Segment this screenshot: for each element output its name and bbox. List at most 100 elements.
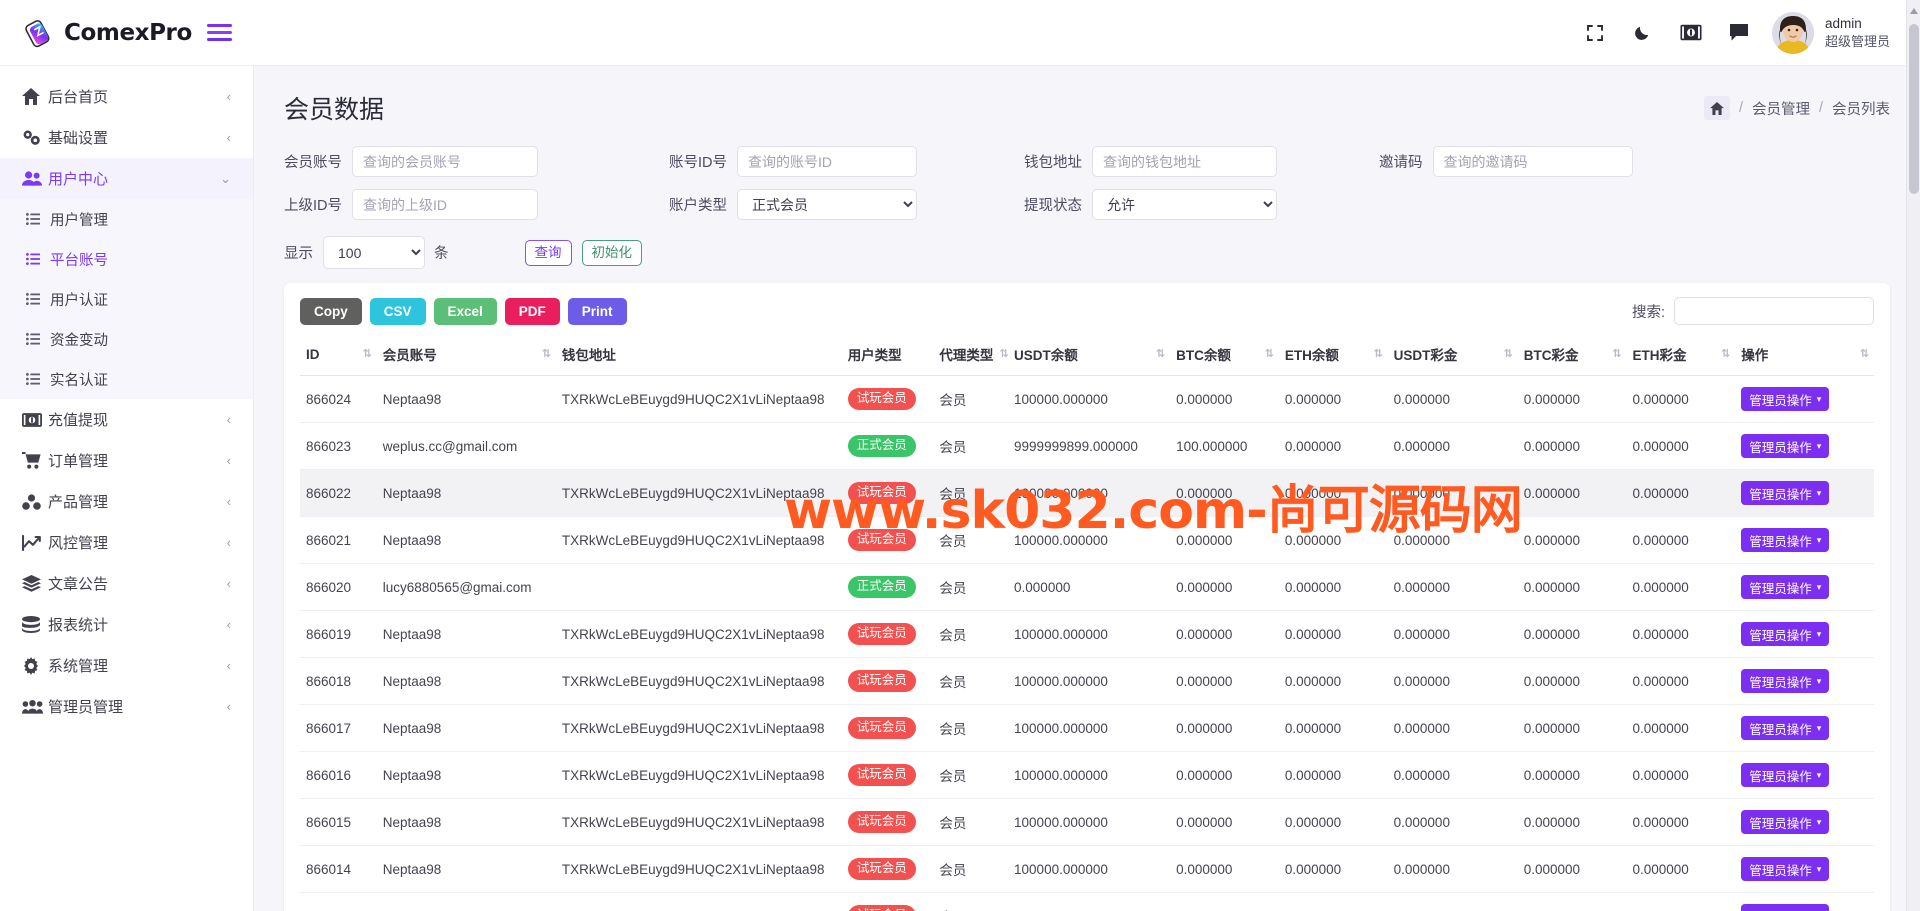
sidebar-item-dashboard[interactable]: 后台首页 ‹	[0, 76, 253, 117]
admin-action-button[interactable]: 管理员操作▾	[1741, 716, 1830, 740]
table-header-cell[interactable]: 会员账号 ⇅	[376, 335, 556, 376]
admin-action-button[interactable]: 管理员操作▾	[1741, 481, 1830, 505]
table-row[interactable]: 866021 Neptaa98 TXRkWcLeBEuygd9HUQC2X1vLiN…	[300, 516, 1874, 564]
cell-usdt-bonus: 0.000000	[1387, 751, 1518, 799]
table-row[interactable]: 866018 Neptaa98 TXRkWcLeBEuygd9HUQC2X1vLiN…	[300, 657, 1874, 705]
admin-action-button[interactable]: 管理员操作▾	[1741, 810, 1830, 834]
reset-button[interactable]: 初始化	[581, 239, 642, 266]
copy-button[interactable]: Copy	[300, 297, 362, 325]
sidebar-item-basic-settings[interactable]: 基础设置 ‹	[0, 117, 253, 158]
sidebar-item-admin-management[interactable]: 管理员管理 ‹	[0, 686, 253, 727]
table-header-cell[interactable]: 用户类型	[841, 335, 934, 376]
wallet-address-input[interactable]	[1092, 146, 1277, 177]
search-input[interactable]	[1674, 297, 1874, 325]
sidebar-item-platform-account[interactable]: 平台账号	[0, 239, 253, 279]
cell-usdt-bonus: 0.000000	[1387, 469, 1518, 517]
sort-icon[interactable]: ⇅	[1860, 348, 1869, 360]
scroll-up-arrow-icon[interactable]	[1910, 8, 1918, 14]
filter-account-id: 账号ID号	[669, 146, 1024, 177]
sidebar-item-reports[interactable]: 报表统计 ‹	[0, 604, 253, 645]
sidebar-item-user-management[interactable]: 用户管理	[0, 199, 253, 239]
cell-usdt: 9999999899.000000	[1008, 422, 1171, 470]
page-scrollbar[interactable]	[1906, 0, 1920, 911]
sidebar-item-articles[interactable]: 文章公告 ‹	[0, 563, 253, 604]
excel-button[interactable]: Excel	[433, 297, 497, 325]
table-row[interactable]: 866016 Neptaa98 TXRkWcLeBEuygd9HUQC2X1vLiN…	[300, 751, 1874, 799]
sidebar-item-fund-changes[interactable]: 资金变动	[0, 319, 253, 359]
admin-action-button[interactable]: 管理员操作▾	[1741, 763, 1830, 787]
sort-icon[interactable]: ⇅	[1612, 348, 1621, 360]
table-row[interactable]: 866013Neptaa98TXRkWcLeBEuygd9HUQC2X1vLiN…	[300, 892, 1874, 911]
print-button[interactable]: Print	[567, 297, 627, 325]
message-icon[interactable]	[1728, 22, 1750, 44]
cell-eth-bonus: 0.000000	[1626, 563, 1736, 611]
sort-icon[interactable]: ⇅	[363, 348, 372, 360]
table-header-cell[interactable]: 代理类型 ⇅	[933, 335, 1009, 376]
table-header-cell[interactable]: ETH余额 ⇅	[1278, 335, 1388, 376]
account-type-select[interactable]: 正式会员	[737, 189, 917, 220]
table-header-cell[interactable]: BTC彩金 ⇅	[1517, 335, 1627, 376]
table-row[interactable]: 866024 Neptaa98 TXRkWcLeBEuygd9HUQC2X1vLiN…	[300, 375, 1874, 423]
sidebar-item-order-management[interactable]: 订单管理 ‹	[0, 440, 253, 481]
page-size-select[interactable]: 100	[323, 236, 425, 269]
breadcrumb-item-member-list[interactable]: 会员列表	[1832, 98, 1890, 119]
admin-action-button[interactable]: 管理员操作▾	[1741, 857, 1830, 881]
sidebar-item-user-auth[interactable]: 用户认证	[0, 279, 253, 319]
breadcrumb-home-icon[interactable]	[1703, 96, 1730, 120]
scrollbar-thumb[interactable]	[1909, 24, 1919, 194]
cash-icon[interactable]	[1680, 22, 1702, 44]
sort-icon[interactable]: ⇅	[542, 348, 551, 360]
user-menu[interactable]: admin 超级管理员	[1771, 11, 1920, 54]
dark-mode-icon[interactable]	[1632, 22, 1654, 44]
sidebar-item-system-management[interactable]: 系统管理 ‹	[0, 645, 253, 686]
sort-icon[interactable]: ⇅	[999, 348, 1008, 360]
table-row[interactable]: 866017 Neptaa98 TXRkWcLeBEuygd9HUQC2X1vLiN…	[300, 704, 1874, 752]
admin-action-button[interactable]: 管理员操作▾	[1741, 622, 1830, 646]
brand[interactable]: ComexPro	[24, 17, 192, 48]
admin-action-button[interactable]: 管理员操作▾	[1741, 669, 1830, 693]
pdf-button[interactable]: PDF	[504, 297, 560, 325]
admin-action-button[interactable]: 管理员操作▾	[1741, 528, 1830, 552]
hamburger-icon[interactable]	[207, 24, 232, 41]
member-account-input[interactable]	[352, 146, 538, 177]
fullscreen-icon[interactable]	[1584, 22, 1606, 44]
table-row[interactable]: 866022 Neptaa98 TXRkWcLeBEuygd9HUQC2X1vLiN…	[300, 469, 1874, 517]
admin-action-button[interactable]: 管理员操作▾	[1741, 575, 1830, 599]
query-button[interactable]: 查询	[524, 239, 572, 266]
table-row[interactable]: 866023 weplus.cc@gmail.com 正式会员 会员 999999989…	[300, 422, 1874, 470]
table-header-cell[interactable]: USDT余额 ⇅	[1008, 335, 1171, 376]
table-header-cell[interactable]: USDT彩金 ⇅	[1387, 335, 1518, 376]
account-id-input[interactable]	[737, 146, 917, 177]
table-header-cell[interactable]: 钱包地址	[555, 335, 842, 376]
sidebar-item-product-management[interactable]: 产品管理 ‹	[0, 481, 253, 522]
table-row[interactable]: 866015 Neptaa98 TXRkWcLeBEuygd9HUQC2X1vLiN…	[300, 798, 1874, 846]
table-header-cell[interactable]: ETH彩金 ⇅	[1626, 335, 1736, 376]
admin-action-button[interactable]: 管理员操作▾	[1741, 904, 1830, 911]
sort-icon[interactable]: ⇅	[1265, 348, 1274, 360]
cell-btc: 0.000000	[1170, 892, 1279, 911]
cell-account: Neptaa98	[376, 516, 556, 564]
table-row[interactable]: 866020 lucy6880565@gmai.com 正式会员 会员 0.000000…	[300, 563, 1874, 611]
breadcrumb-item-member-management[interactable]: 会员管理	[1752, 98, 1810, 119]
sidebar-item-realname-auth[interactable]: 实名认证	[0, 359, 253, 399]
parent-id-input[interactable]	[352, 189, 538, 220]
cell-user-type: 正式会员	[841, 563, 934, 611]
admin-action-button[interactable]: 管理员操作▾	[1741, 434, 1830, 458]
sort-icon[interactable]: ⇅	[1373, 348, 1382, 360]
admin-action-button[interactable]: 管理员操作▾	[1741, 387, 1830, 411]
table-header-cell[interactable]: BTC余额 ⇅	[1170, 335, 1279, 376]
sidebar-item-risk-management[interactable]: 风控管理 ‹	[0, 522, 253, 563]
sort-icon[interactable]: ⇅	[1156, 348, 1165, 360]
table-row[interactable]: 866019 Neptaa98 TXRkWcLeBEuygd9HUQC2X1vLiN…	[300, 610, 1874, 658]
sort-icon[interactable]: ⇅	[1721, 348, 1730, 360]
withdraw-status-select[interactable]: 允许	[1092, 189, 1277, 220]
invite-code-input[interactable]	[1432, 146, 1633, 177]
table-header-cell[interactable]: 操作 ⇅	[1735, 335, 1874, 376]
sidebar-label: 产品管理	[48, 494, 109, 511]
sidebar-item-recharge-withdraw[interactable]: 充值提现 ‹	[0, 399, 253, 440]
sort-icon[interactable]: ⇅	[1504, 348, 1513, 360]
table-header-cell[interactable]: ID ⇅	[300, 335, 377, 376]
sidebar-item-user-center[interactable]: 用户中心 ⌄	[0, 158, 253, 199]
table-row[interactable]: 866014 Neptaa98 TXRkWcLeBEuygd9HUQC2X1vLiN…	[300, 845, 1874, 893]
csv-button[interactable]: CSV	[369, 297, 426, 325]
